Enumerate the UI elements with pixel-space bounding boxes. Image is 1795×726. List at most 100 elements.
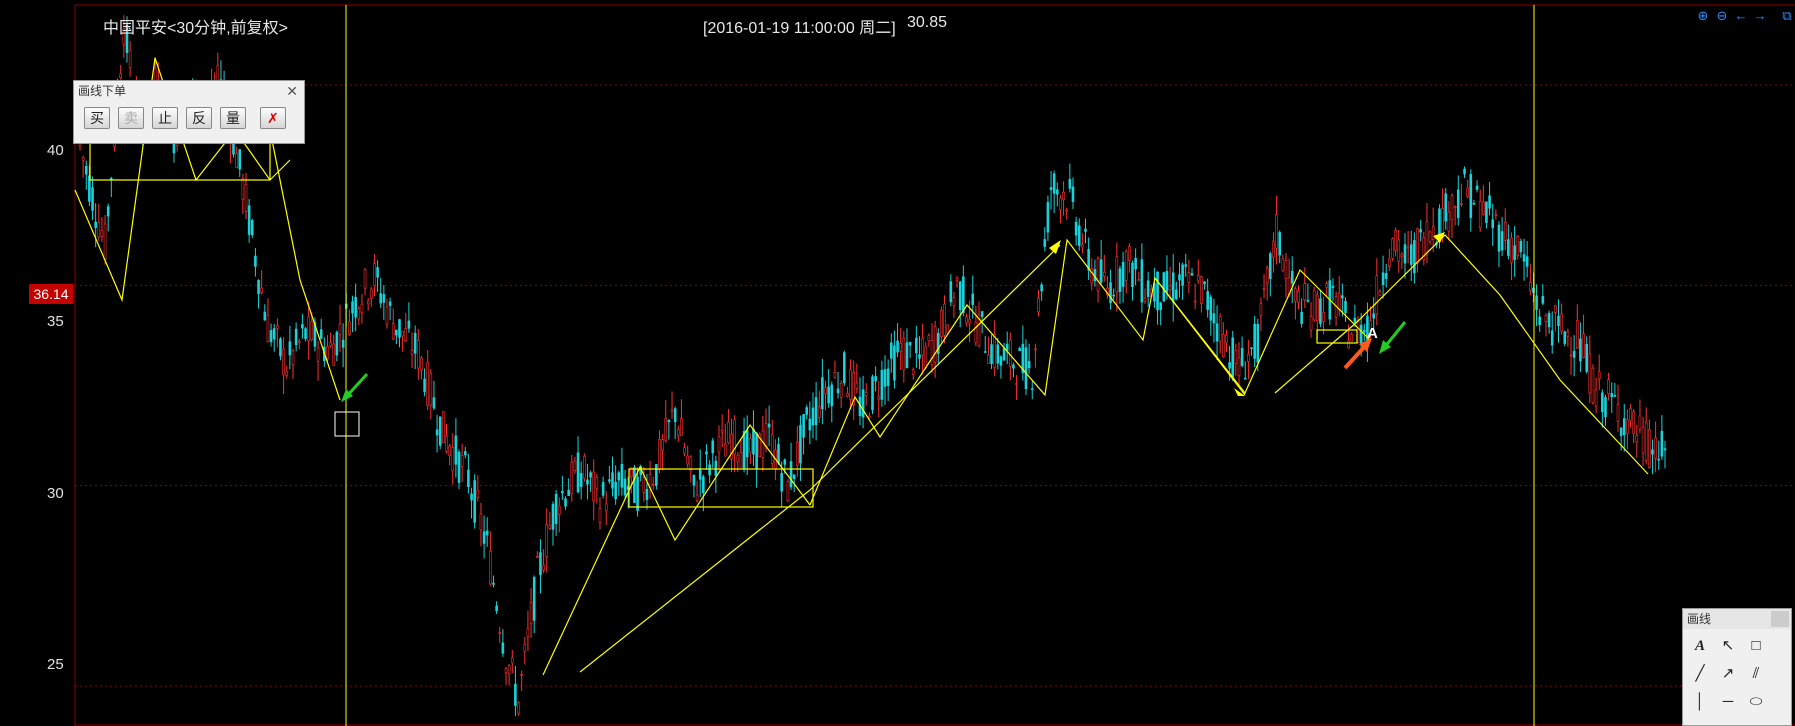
cancel-order-icon[interactable]: ✗ <box>260 107 286 129</box>
candle <box>705 444 708 470</box>
candle <box>1638 399 1642 434</box>
arrow-left-icon[interactable]: ← <box>1733 8 1749 24</box>
candle <box>1591 364 1595 405</box>
candle <box>573 456 577 474</box>
candle <box>1234 343 1238 376</box>
candle <box>821 358 824 425</box>
candle <box>1052 170 1056 214</box>
horizontal-line-tool-icon[interactable]: ─ <box>1715 689 1741 715</box>
candle <box>1281 254 1285 273</box>
candle <box>1381 255 1385 299</box>
candle <box>1613 383 1617 397</box>
ellipse-tool-icon[interactable]: ⬭ <box>1743 689 1769 715</box>
candle <box>996 337 1000 370</box>
candle <box>1087 237 1090 281</box>
zigzag-line-5[interactable] <box>1274 234 1649 475</box>
candle <box>1059 194 1062 223</box>
candle <box>921 323 924 375</box>
candle <box>1312 286 1316 322</box>
candle <box>1309 302 1313 338</box>
candle <box>391 308 395 341</box>
candle <box>548 511 552 531</box>
arrow-right-icon[interactable]: → <box>1752 8 1768 24</box>
candle <box>905 328 909 369</box>
candle <box>536 551 539 558</box>
drawing-tools-panel-header[interactable]: 画线 <box>1683 609 1791 629</box>
candle <box>1322 296 1325 335</box>
candle <box>485 517 489 547</box>
candle <box>1081 233 1084 254</box>
candle <box>692 474 696 498</box>
candle <box>307 301 310 360</box>
segment-tool-icon[interactable]: ╱ <box>1687 661 1713 687</box>
candle <box>620 447 624 496</box>
candle <box>1500 216 1504 257</box>
candle <box>667 419 671 440</box>
candle <box>1143 288 1147 304</box>
chart-toolbar: ⊕ ⊖ ← → ⧉ <box>1695 8 1795 24</box>
candle <box>1394 227 1397 257</box>
close-icon[interactable]: ✕ <box>286 81 298 101</box>
candle <box>304 326 307 342</box>
candle <box>360 294 364 324</box>
candle <box>1297 285 1300 310</box>
candle <box>987 336 990 364</box>
candle <box>1344 297 1347 322</box>
candle <box>918 336 921 370</box>
candle <box>247 198 251 243</box>
candle <box>930 323 934 374</box>
candle <box>720 414 724 448</box>
candle <box>426 349 429 411</box>
ray-tool-icon[interactable]: ↗ <box>1715 661 1741 687</box>
vertical-line-tool-icon[interactable]: │ <box>1687 689 1713 715</box>
float-window-icon[interactable]: ⧉ <box>1779 8 1795 24</box>
reverse-button[interactable]: 反 <box>186 107 212 129</box>
annotation-label[interactable]: A <box>1367 325 1378 342</box>
candle <box>673 406 677 440</box>
candle <box>1541 284 1545 306</box>
rectangle-tool-icon[interactable]: □ <box>1743 633 1769 659</box>
candle <box>1240 336 1244 368</box>
candle <box>1034 343 1037 368</box>
zoom-out-icon[interactable]: ⊖ <box>1714 8 1730 24</box>
candle <box>501 629 505 657</box>
candle <box>1128 243 1131 273</box>
candle <box>711 438 715 468</box>
pointer-tool-icon[interactable]: ↖ <box>1715 633 1741 659</box>
candle <box>1588 335 1592 404</box>
candle <box>1635 424 1639 458</box>
candle <box>288 325 292 370</box>
candle <box>999 355 1003 379</box>
panel-toggle-icon[interactable] <box>1771 611 1789 627</box>
candle <box>338 304 342 352</box>
quantity-button[interactable]: 量 <box>220 107 246 129</box>
y-tick-40: 40 <box>47 142 64 159</box>
candle <box>1215 305 1219 361</box>
drawn-lines[interactable] <box>74 57 1649 676</box>
candle <box>1212 298 1216 343</box>
candle <box>1453 205 1457 226</box>
zoom-in-icon[interactable]: ⊕ <box>1695 8 1711 24</box>
candle <box>395 329 398 344</box>
trend-line-3[interactable] <box>1154 277 1246 396</box>
candle <box>1482 185 1485 216</box>
candle <box>824 380 827 411</box>
selection-square[interactable] <box>334 411 360 437</box>
candle <box>266 298 270 343</box>
sell-button[interactable]: 卖 <box>118 107 144 129</box>
candle <box>808 401 812 445</box>
trend-line-1[interactable] <box>579 489 811 673</box>
candle <box>896 323 899 358</box>
text-tool-icon[interactable]: A <box>1687 633 1713 659</box>
candle <box>557 497 561 533</box>
candle <box>1388 249 1391 272</box>
candle <box>91 176 94 221</box>
draw-order-panel-header[interactable]: 画线下单 ✕ <box>74 81 304 101</box>
candle <box>272 323 276 352</box>
parallel-tool-icon[interactable]: ⫽ <box>1743 661 1769 687</box>
candle <box>1450 193 1454 238</box>
candle <box>1475 180 1479 193</box>
buy-button[interactable]: 买 <box>84 107 110 129</box>
stop-button[interactable]: 止 <box>152 107 178 129</box>
candle <box>1560 303 1563 335</box>
